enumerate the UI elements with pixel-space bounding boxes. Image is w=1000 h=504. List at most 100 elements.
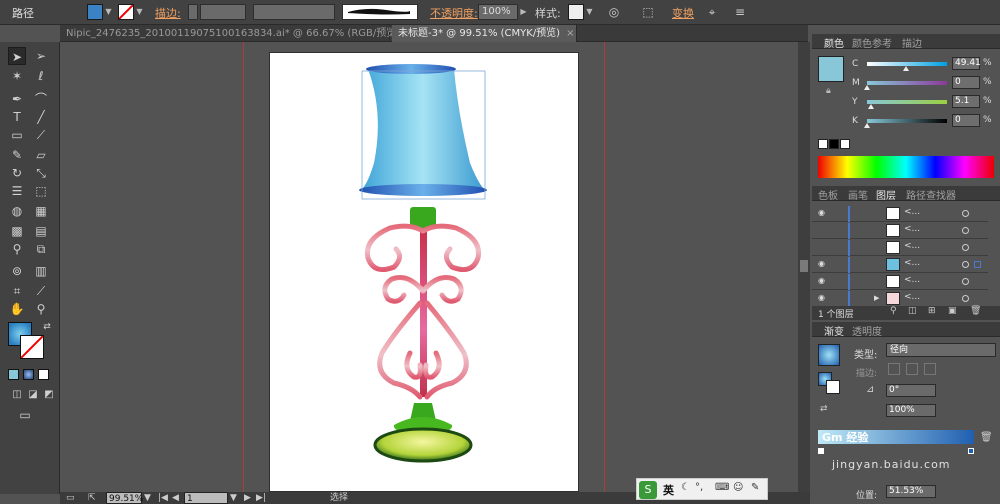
swap-icon[interactable]: ⇄ xyxy=(38,318,56,336)
rotate-icon[interactable]: ↻ xyxy=(8,164,26,182)
color-spectrum[interactable] xyxy=(818,156,994,178)
target-icon[interactable] xyxy=(962,261,969,268)
tab-stroke[interactable]: 描边 xyxy=(902,35,922,50)
mesh-icon[interactable]: ▩ xyxy=(8,222,26,240)
slider-knob[interactable] xyxy=(864,123,870,128)
scale-icon[interactable]: ⤡ xyxy=(32,164,50,182)
stroke-swatch[interactable] xyxy=(118,4,134,20)
position-field[interactable]: 51.53% xyxy=(886,485,936,498)
vertical-scrollbar[interactable] xyxy=(798,42,810,492)
target-icon[interactable] xyxy=(962,278,969,285)
shape-builder-icon[interactable]: ◍ xyxy=(8,202,26,220)
stroke-gradient-icon[interactable] xyxy=(826,380,840,394)
perspective-icon[interactable]: ▦ xyxy=(32,202,50,220)
ime-user-icon[interactable]: ☺ xyxy=(733,482,743,493)
stroke-within-icon[interactable] xyxy=(888,363,900,375)
stroke-label[interactable]: 描边: xyxy=(155,5,181,21)
eye-icon[interactable]: ◉ xyxy=(818,276,828,285)
tab-color[interactable]: 颜色 xyxy=(824,35,844,50)
tab-swatches[interactable]: 色板 xyxy=(818,187,838,202)
tab-color-guide[interactable]: 颜色参考 xyxy=(852,35,892,50)
gradient-icon[interactable]: ▤ xyxy=(32,222,50,240)
ime-moon-icon[interactable]: ☾ xyxy=(681,482,690,493)
value-y[interactable]: 5.1 xyxy=(952,95,980,108)
layer-row[interactable]: <... xyxy=(812,223,988,239)
align-icon[interactable]: ⬚ xyxy=(640,4,656,20)
recolor-icon[interactable]: ◎ xyxy=(606,4,622,20)
black-swatch[interactable] xyxy=(829,139,839,149)
layer-row[interactable]: ◉ ▶ <... xyxy=(812,291,988,307)
gradient-stop-left[interactable] xyxy=(818,448,824,454)
eye-icon[interactable]: ◉ xyxy=(818,208,828,217)
zoom-field[interactable]: 99.51% xyxy=(106,492,143,504)
graphic-style-swatch[interactable] xyxy=(568,4,584,20)
artboard-nav-icon[interactable]: ▭ xyxy=(66,492,75,504)
slider-knob[interactable] xyxy=(868,104,874,109)
new-sublayer-icon[interactable]: ⊞ xyxy=(928,306,936,316)
slice-icon[interactable]: ⟋ xyxy=(32,282,50,300)
slider-knob[interactable] xyxy=(864,85,870,90)
magic-wand-icon[interactable]: ✶ xyxy=(8,67,26,85)
ime-language[interactable]: 英 xyxy=(663,482,674,498)
canvas-area[interactable] xyxy=(60,42,798,492)
eye-icon[interactable]: ◉ xyxy=(818,259,828,268)
style-dropdown-icon[interactable]: ▼ xyxy=(585,4,594,20)
line-icon[interactable]: ╱ xyxy=(32,108,50,126)
direct-selection-icon[interactable]: ➢ xyxy=(32,47,50,65)
prev-page-icon[interactable]: ◀ xyxy=(172,492,179,504)
curvature-icon[interactable]: ⌒ xyxy=(32,90,50,108)
isolate-icon[interactable]: ⌖ xyxy=(704,4,720,20)
fill-swatch[interactable] xyxy=(87,4,103,20)
zoom-icon[interactable]: ⚲ xyxy=(32,300,50,318)
tab-brushes[interactable]: 画笔 xyxy=(848,187,868,202)
aspect-ratio-field[interactable]: 100% xyxy=(886,404,936,417)
ime-punct-icon[interactable]: °, xyxy=(695,482,703,493)
slider-knob[interactable] xyxy=(903,66,910,71)
angle-field[interactable]: 0° xyxy=(886,384,936,397)
tab-pathfinder[interactable]: 路径查找器 xyxy=(906,187,956,202)
panel-menu-icon[interactable]: ≡ xyxy=(732,4,748,20)
brush-icon[interactable]: ⟋ xyxy=(32,126,50,144)
gradient-stop-right[interactable] xyxy=(968,448,974,454)
ime-logo-icon[interactable]: S xyxy=(639,481,657,499)
symbol-sprayer-icon[interactable]: ⊚ xyxy=(8,262,26,280)
artboard-icon[interactable]: ⌗ xyxy=(8,282,26,300)
lamp-illustration[interactable] xyxy=(270,53,580,492)
value-m[interactable]: 0 xyxy=(952,76,980,89)
trash-icon[interactable]: 🗑︎ xyxy=(980,432,993,443)
free-transform-icon[interactable]: ⬚ xyxy=(32,182,50,200)
ime-settings-icon[interactable]: ✎ xyxy=(751,482,759,493)
ime-keyboard-icon[interactable]: ⌨ xyxy=(715,482,729,493)
tab-untitled-3[interactable]: 未标题-3* @ 99.51% (CMYK/预览) × xyxy=(392,25,577,42)
stroke-weight-field[interactable] xyxy=(200,4,246,20)
fill-dropdown-icon[interactable]: ▼ xyxy=(104,4,113,20)
hand-icon[interactable]: ✋ xyxy=(8,300,26,318)
first-page-icon[interactable]: |◀ xyxy=(158,492,168,504)
value-k[interactable]: 0 xyxy=(952,114,980,127)
trash-icon[interactable]: 🗑︎ xyxy=(970,306,981,316)
page-field[interactable]: 1 xyxy=(184,492,228,504)
target-icon[interactable] xyxy=(962,227,969,234)
column-graph-icon[interactable]: ▥ xyxy=(32,262,50,280)
tab-transparency[interactable]: 透明度 xyxy=(852,323,882,338)
stroke-across-icon[interactable] xyxy=(924,363,936,375)
tab-layers[interactable]: 图层 xyxy=(876,187,896,202)
page-dropdown-icon[interactable]: ▼ xyxy=(230,492,237,504)
white-swatch[interactable] xyxy=(840,139,850,149)
opacity-dropdown-icon[interactable]: ▶ xyxy=(519,4,528,20)
stroke-dropdown-icon[interactable]: ▼ xyxy=(135,4,144,20)
current-color-swatch[interactable] xyxy=(818,56,844,82)
target-icon[interactable] xyxy=(962,210,969,217)
eraser-icon[interactable]: ▱ xyxy=(32,146,50,164)
last-page-icon[interactable]: ▶| xyxy=(256,492,266,504)
brush-definition-field[interactable] xyxy=(342,4,418,20)
clipping-mask-icon[interactable]: ◫ xyxy=(908,306,917,316)
blend-icon[interactable]: ⧉ xyxy=(32,240,50,258)
tab-gradient[interactable]: 渐变 xyxy=(824,323,844,338)
eyedropper-icon[interactable]: ⚲ xyxy=(8,240,26,258)
selection-icon[interactable]: ➤ xyxy=(8,47,26,65)
expand-arrow-icon[interactable]: ▶ xyxy=(874,294,879,302)
close-icon[interactable]: × xyxy=(566,28,574,39)
gradient-preview[interactable] xyxy=(818,344,840,366)
layer-row[interactable]: ◉ <... xyxy=(812,257,988,273)
